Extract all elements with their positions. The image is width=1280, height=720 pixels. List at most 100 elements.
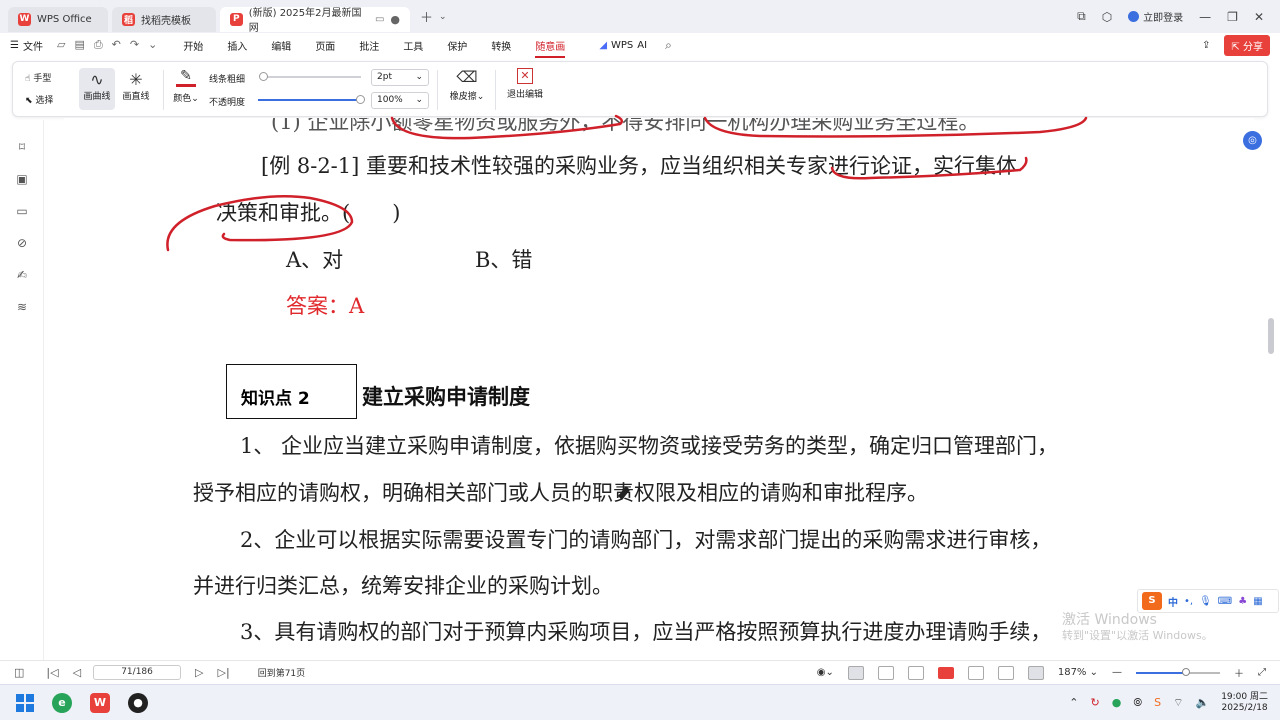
more-icon[interactable]: ⌄ xyxy=(148,38,157,52)
wps-taskbar-icon[interactable]: W xyxy=(90,692,110,713)
restore-icon[interactable]: ❐ xyxy=(1227,10,1238,24)
menu-home[interactable]: 开始 xyxy=(183,38,203,53)
close-window-icon[interactable]: ✕ xyxy=(1254,10,1264,24)
exit-edit-button[interactable]: ✕ 退出编辑 xyxy=(503,68,547,100)
sogou-logo-icon: S xyxy=(1142,592,1162,610)
redo-icon[interactable]: ↷ xyxy=(130,38,139,52)
comment-icon[interactable]: ▭ xyxy=(15,204,29,218)
signature-icon[interactable]: ✍ xyxy=(15,268,29,282)
windows-start-icon[interactable] xyxy=(16,693,34,712)
search-icon[interactable]: ⌕ xyxy=(665,38,672,53)
grid-icon[interactable]: ▦ xyxy=(1253,596,1262,607)
color-picker-button[interactable]: ✎ 颜色⌄ xyxy=(171,68,201,104)
layers-icon[interactable]: ≋ xyxy=(15,300,29,314)
bookmark-icon[interactable]: ⌑ xyxy=(15,140,29,154)
cloud-upload-icon[interactable]: ⇪ xyxy=(1202,40,1210,51)
last-page-icon[interactable]: ▷| xyxy=(218,666,230,679)
eraser-button[interactable]: ⌫ 橡皮擦⌄ xyxy=(445,68,489,102)
view-single-icon[interactable] xyxy=(877,665,894,680)
menu-tools[interactable]: 工具 xyxy=(403,38,423,53)
menu-bar: ☰ 文件 ▱ ▤ ⎙ ↶ ↷ ⌄ 开始 插入 编辑 页面 批注 工具 保护 转换… xyxy=(0,33,1280,58)
window-layout-icon[interactable]: ⧉ xyxy=(1077,9,1086,24)
tab-document[interactable]: P (新版) 2025年2月最新国网 ▭ ● xyxy=(220,6,410,34)
menu-edit[interactable]: 编辑 xyxy=(271,38,291,53)
edge-icon[interactable]: e xyxy=(52,692,72,713)
zoom-level[interactable]: 187% ⌄ xyxy=(1058,667,1098,678)
volume-icon[interactable]: 🔈 xyxy=(1195,696,1209,709)
share-button[interactable]: ⇱ 分享 xyxy=(1224,34,1270,56)
login-button[interactable]: 立即登录 xyxy=(1128,9,1183,24)
ai-assistant-icon[interactable]: ◎ xyxy=(1243,131,1262,150)
file-menu[interactable]: ☰ 文件 xyxy=(10,38,43,53)
menu-protect[interactable]: 保护 xyxy=(447,38,467,53)
monitor-icon[interactable]: ▭ xyxy=(375,14,384,25)
wechat-icon[interactable]: ● xyxy=(1112,696,1122,709)
option-a: A、对 xyxy=(286,248,344,272)
menu-insert[interactable]: 插入 xyxy=(227,38,247,53)
attachment-icon[interactable]: ⊘ xyxy=(15,236,29,250)
slider-knob[interactable] xyxy=(259,72,268,81)
tab-template[interactable]: 稻 找稻壳模板 xyxy=(112,6,216,32)
slider-knob[interactable] xyxy=(1182,667,1190,676)
minimize-icon[interactable]: — xyxy=(1199,10,1211,24)
hand-tool-button[interactable]: ☝ 手型 xyxy=(25,71,51,84)
app-icon[interactable]: ● xyxy=(128,692,148,713)
line-width-select[interactable]: 2pt ⌄ xyxy=(371,69,429,86)
sidebar-toggle-icon[interactable]: ◫ xyxy=(14,666,24,679)
chevron-down-icon: ⌄ xyxy=(415,72,423,82)
fit-page-icon[interactable] xyxy=(997,665,1014,680)
cube-icon[interactable]: ⬡ xyxy=(1102,10,1112,24)
sync-icon[interactable]: ↻ xyxy=(1091,696,1100,709)
view-continuous-icon[interactable] xyxy=(847,665,864,680)
page-number-input[interactable]: 71/186 xyxy=(93,665,182,680)
fullscreen-icon[interactable]: ⤢ xyxy=(1258,667,1266,678)
tab-wps-home[interactable]: W WPS Office xyxy=(8,6,108,32)
save-icon[interactable]: ▤ xyxy=(74,38,84,52)
next-page-icon[interactable]: ▷ xyxy=(195,666,203,679)
undo-icon[interactable]: ↶ xyxy=(112,38,121,52)
back-to-page-link[interactable]: 回到第71页 xyxy=(258,666,305,679)
ime-lang[interactable]: 中 xyxy=(1168,594,1178,609)
open-icon[interactable]: ▱ xyxy=(57,38,65,52)
chevron-up-icon[interactable]: ⌃ xyxy=(1069,696,1078,709)
hand-icon: ☝ xyxy=(25,74,31,84)
zoom-out-icon[interactable]: — xyxy=(1112,667,1122,678)
ime-tray-icon[interactable]: S xyxy=(1154,696,1161,709)
slider-knob[interactable] xyxy=(356,95,365,104)
skin-icon[interactable]: ♣ xyxy=(1238,596,1247,607)
wifi-icon[interactable]: ⌔ xyxy=(1173,696,1183,710)
vertical-scrollbar[interactable] xyxy=(1268,318,1274,354)
actual-size-icon[interactable] xyxy=(1027,665,1044,680)
menu-convert[interactable]: 转换 xyxy=(491,38,511,53)
select-tool-button[interactable]: ⬉ 选择 xyxy=(25,93,53,106)
draw-line-button[interactable]: ✳ 画直线 xyxy=(119,68,153,110)
close-tab-icon[interactable]: ● xyxy=(390,13,400,26)
eye-icon[interactable]: ◉⌄ xyxy=(817,667,834,678)
play-icon[interactable] xyxy=(937,666,954,679)
print-icon[interactable]: ⎙ xyxy=(94,38,103,52)
opacity-select[interactable]: 100% ⌄ xyxy=(371,92,429,109)
draw-curve-button[interactable]: ∿ 画曲线 xyxy=(79,68,115,110)
new-tab-icon[interactable]: ＋ xyxy=(420,7,433,26)
ime-toolbar[interactable]: S 中 •, 🎙 ⌨ ♣ ▦ xyxy=(1137,589,1279,613)
fit-width-icon[interactable] xyxy=(967,665,984,680)
line-width-slider[interactable] xyxy=(259,72,361,81)
thumbnail-icon[interactable]: ▣ xyxy=(15,172,29,186)
menu-freehand[interactable]: 随意画 xyxy=(535,38,566,58)
zoom-slider[interactable] xyxy=(1136,667,1220,676)
microphone-icon[interactable]: 🎙 xyxy=(1199,596,1212,607)
keyboard-icon[interactable]: ⌨ xyxy=(1218,596,1232,607)
network-icon[interactable]: ⦾ xyxy=(1133,696,1142,710)
first-page-icon[interactable]: |◁ xyxy=(46,666,58,679)
clock[interactable]: 19:00 周二 2025/2/18 xyxy=(1221,692,1268,714)
ime-punct[interactable]: •, xyxy=(1184,596,1193,607)
prev-page-icon[interactable]: ◁ xyxy=(73,666,81,679)
chevron-down-icon[interactable]: ⌄ xyxy=(439,12,447,22)
opacity-slider[interactable] xyxy=(258,95,365,104)
wps-ai-button[interactable]: ◢ WPS AI xyxy=(599,40,647,51)
menu-comment[interactable]: 批注 xyxy=(359,38,379,53)
menu-page[interactable]: 页面 xyxy=(315,38,335,53)
view-double-icon[interactable] xyxy=(907,665,924,680)
zoom-in-icon[interactable]: ＋ xyxy=(1234,665,1244,680)
document-page[interactable]: (1) 企业除小额零星物资或服务外，不得安排同一机构办理采购业务全过程。 [例 … xyxy=(64,118,1254,660)
